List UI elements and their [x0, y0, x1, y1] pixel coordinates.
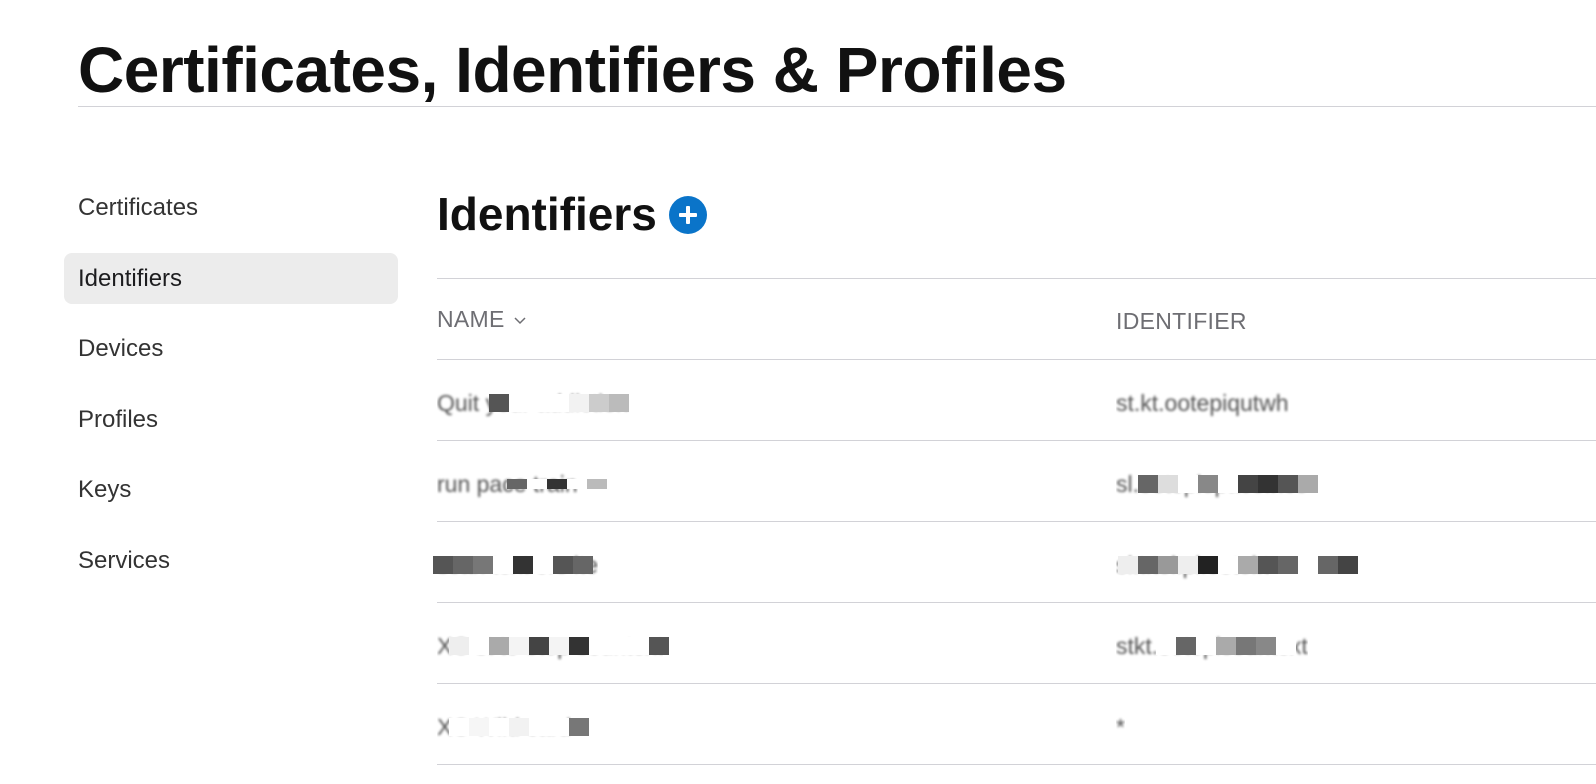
- table-header: NAME IDENTIFIER: [437, 279, 1596, 359]
- sidebar-item-identifiers[interactable]: Identifiers: [64, 252, 398, 304]
- row-identifier-cell: st.kt.ootepiqutwh: [1116, 360, 1289, 440]
- section-header: Identifiers: [437, 186, 707, 242]
- column-header-name[interactable]: NAME: [437, 279, 527, 359]
- redaction-mask: [1138, 475, 1318, 493]
- sidebar-item-devices[interactable]: Devices: [64, 323, 398, 374]
- sidebar-item-keys[interactable]: Keys: [64, 464, 398, 515]
- column-header-name-label: NAME: [437, 306, 505, 332]
- table-row[interactable]: scan text ors ite sl.t.tol.pl.ootol.t: [433, 522, 1596, 603]
- plus-icon: [678, 206, 697, 224]
- table-row[interactable]: Quit your addiction st.kt.ootepiqutwh: [437, 360, 1596, 441]
- redaction-mask: [507, 479, 607, 489]
- section-title: Identifiers: [437, 188, 657, 240]
- table-row[interactable]: XC Wild card *: [437, 684, 1596, 765]
- redaction-mask: [449, 718, 589, 736]
- sidebar-item-label: Devices: [78, 335, 164, 362]
- column-header-identifier-label: IDENTIFIER: [1116, 308, 1247, 334]
- sidebar-item-certificates[interactable]: Certificates: [64, 182, 398, 233]
- identifiers-table: NAME IDENTIFIER Quit your addiction st.k…: [433, 278, 1596, 765]
- add-identifier-button[interactable]: [668, 196, 707, 234]
- sidebar-item-label: Certificates: [78, 194, 199, 221]
- sidebar: Certificates Identifiers Devices Profile…: [64, 182, 398, 605]
- sidebar-item-label: Services: [78, 546, 171, 574]
- redaction-mask: [489, 394, 629, 412]
- row-identifier: *: [1116, 714, 1125, 740]
- page-title: Certificates, Identifiers & Profiles: [78, 34, 1067, 106]
- redaction-mask: [449, 637, 709, 655]
- redaction-mask: [1118, 556, 1358, 574]
- sidebar-item-label: Keys: [78, 476, 132, 503]
- sidebar-item-label: Profiles: [78, 405, 159, 433]
- table-row[interactable]: run pace train sl.ootopiepace.nce: [437, 441, 1596, 522]
- column-header-identifier[interactable]: IDENTIFIER: [1116, 279, 1247, 359]
- row-identifier: st.kt.ootepiqutwh: [1116, 390, 1289, 416]
- sidebar-item-label: Identifiers: [78, 264, 183, 292]
- sidebar-item-profiles[interactable]: Profiles: [64, 394, 398, 445]
- page: Certificates, Identifiers & Profiles Cer…: [0, 0, 1596, 784]
- chevron-down-icon: [514, 317, 526, 325]
- row-identifier-cell: *: [1116, 684, 1125, 764]
- sidebar-item-services[interactable]: Services: [64, 535, 398, 586]
- redaction-mask: [433, 556, 593, 574]
- redaction-mask: [1156, 637, 1296, 655]
- title-divider: [78, 106, 1596, 107]
- table-row[interactable]: XC st to otop sountext stkt.ootopisounte…: [437, 603, 1596, 684]
